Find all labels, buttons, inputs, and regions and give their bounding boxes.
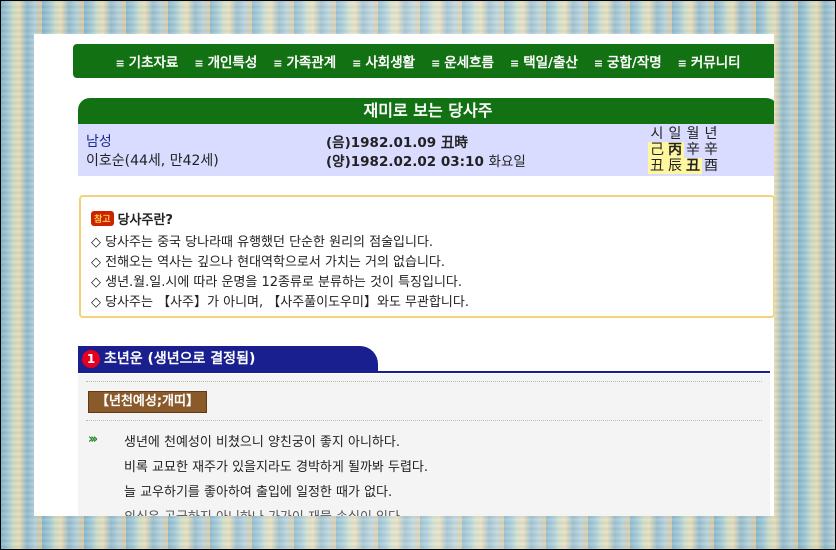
name-age-label: 이호순(44세, 만42세) — [86, 153, 219, 169]
notice-line: ◇ 당사주는 【사주】가 아니며, 【사주풀이도우미】와도 무관합니다. — [91, 295, 469, 310]
page-title: 재미로 보는 당사주 — [78, 98, 774, 124]
section-title: 초년운 (생년으로 결정됨) — [104, 351, 256, 367]
menu-basic-data[interactable]: ≡ 기초자료 — [115, 51, 178, 71]
menu-compat-naming[interactable]: ≡ 궁합/작명 — [594, 51, 662, 71]
paragraph-line: 의식은 곤궁하지 아니하나 가가이 재물 손실이 있다. — [124, 506, 404, 516]
pillar-branch-year: 酉 — [704, 158, 718, 174]
double-chevron-icon: ››› — [88, 432, 98, 447]
notice-box: 참고 당사주란? ◇ 당사주는 중국 당나라때 유행했던 단순한 원리의 점술입니… — [79, 195, 774, 318]
paragraph-line: 비록 교묘한 재주가 있을지라도 경박하게 될까봐 두렵다. — [124, 460, 429, 475]
pillar-branch-day: 辰 — [666, 158, 684, 174]
paragraph-line: 생년에 천예성이 비쳤으니 양친궁이 좋지 아니하다. — [124, 435, 400, 450]
dotted-divider — [86, 381, 762, 382]
pillar-header-day: 일 — [668, 126, 682, 142]
notice-title: 참고 당사주란? — [91, 209, 173, 228]
paragraph-line: 늘 교우하기를 좋아하여 출입에 일정한 때가 없다. — [124, 485, 393, 500]
dotted-divider — [86, 420, 762, 421]
menu-fortune-flow[interactable]: ≡ 운세흐름 — [431, 51, 494, 71]
pillar-stem-day: 丙 — [666, 142, 684, 158]
weekday: 화요일 — [488, 154, 526, 170]
top-menu-bar: ≡ 기초자료 ≡ 개인특성 ≡ 가족관계 ≡ 사회생활 ≡ 운세흐름 ≡ 택일/출산 ≡ 궁합… — [73, 44, 774, 78]
section-content: 【년천예성;개띠】 ››› 생년에 천예성이 비쳤으니 양친궁이 좋지 아니하다… — [78, 374, 770, 516]
notice-line: ◇ 생년.월.일.시에 따라 운명을 12종류로 분류하는 것이 특징입니다. — [91, 275, 462, 290]
four-pillars-table: 시 일 월 년 己 丙 辛 辛 丑 辰 丑 酉 — [648, 126, 720, 174]
pillar-branch-month: 丑 — [684, 158, 702, 174]
solar-birth-date: (양)1982.02.02 03:10 화요일 — [326, 154, 526, 170]
profile-panel: 남성 이호순(44세, 만42세) (음)1982.01.09 丑時 (양)19… — [78, 124, 774, 176]
pillar-branch-hour: 丑 — [648, 158, 666, 174]
lunar-birth-date: (음)1982.01.09 丑時 — [326, 135, 468, 151]
menu-family[interactable]: ≡ 가족관계 — [273, 51, 336, 71]
pillar-stem-hour: 己 — [648, 142, 666, 158]
menu-community[interactable]: ≡ 커뮤니티 — [678, 51, 741, 71]
pillar-header-hour: 시 — [650, 126, 664, 142]
menu-date-birth[interactable]: ≡ 택일/출산 — [510, 51, 578, 71]
section-number-badge: 1 — [82, 350, 100, 368]
pillar-header-year: 년 — [704, 126, 718, 142]
section-header-tab: 1 초년운 (생년으로 결정됨) — [78, 346, 378, 372]
subsection-tag: 【년천예성;개띠】 — [88, 391, 207, 413]
notice-line: ◇ 전해오는 역사는 깊으나 현대역학으로서 가치는 거의 없습니다. — [91, 255, 446, 270]
notice-line: ◇ 당사주는 중국 당나라때 유행했던 단순한 원리의 점술입니다. — [91, 235, 434, 250]
main-page: ≡ 기초자료 ≡ 개인특성 ≡ 가족관계 ≡ 사회생활 ≡ 운세흐름 ≡ 택일/출산 ≡ 궁합… — [34, 34, 774, 516]
pillar-stem-month: 辛 — [686, 142, 700, 158]
notice-badge: 참고 — [91, 211, 114, 226]
section-divider — [78, 371, 770, 373]
menu-personal-traits[interactable]: ≡ 개인특성 — [194, 51, 257, 71]
menu-social-life[interactable]: ≡ 사회생활 — [352, 51, 415, 71]
pillar-header-month: 월 — [686, 126, 700, 142]
pillar-stem-year: 辛 — [704, 142, 718, 158]
gender-label: 남성 — [86, 134, 112, 150]
